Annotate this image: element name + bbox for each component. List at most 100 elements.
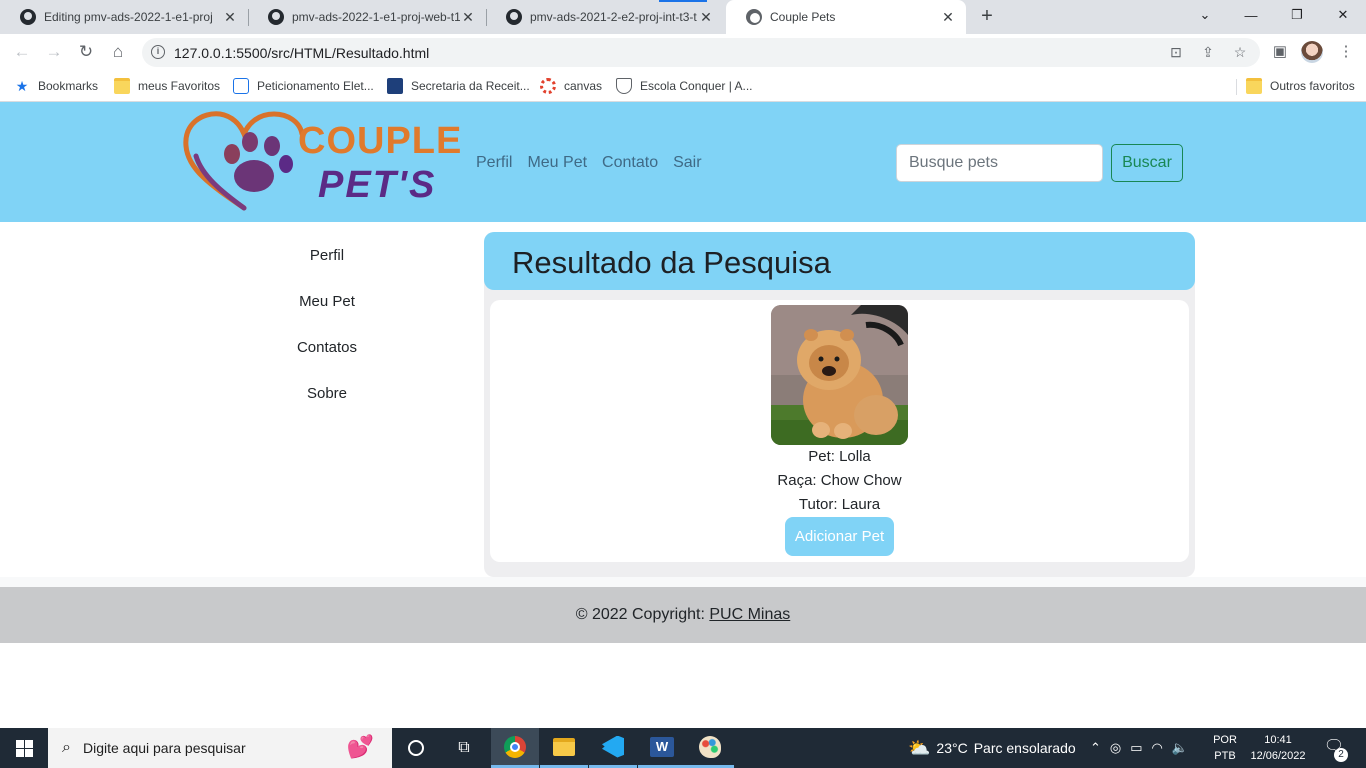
cortana-button[interactable] — [392, 728, 440, 768]
taskbar-file-explorer[interactable] — [540, 728, 588, 768]
weather-widget[interactable]: ⛅ 23°C Parc ensolarado — [908, 728, 1076, 768]
home-button[interactable]: ⌂ — [106, 40, 130, 64]
volume-icon[interactable]: 🔈 — [1172, 740, 1188, 756]
bookmark-star-icon[interactable]: ☆ — [1231, 44, 1249, 62]
folder-icon — [1246, 78, 1262, 94]
tab-close-icon[interactable]: ✕ — [698, 9, 714, 26]
nav-perfil[interactable]: Perfil — [476, 154, 512, 172]
file-explorer-icon — [553, 737, 575, 756]
search-button[interactable]: Buscar — [1111, 144, 1183, 182]
tab-close-icon[interactable]: ✕ — [460, 9, 476, 26]
logo-text-couple: COUPLE — [298, 120, 463, 162]
pet-result-card: Pet: Lolla Raça: Chow Chow Tutor: Laura … — [490, 300, 1189, 562]
taskbar-paint[interactable] — [686, 728, 734, 768]
bookmark-outros-favoritos[interactable]: Outros favoritos — [1246, 77, 1355, 95]
star-icon: ★ — [15, 78, 29, 94]
taskbar-clock[interactable]: 10:41 12/06/2022 — [1244, 732, 1312, 764]
receita-icon — [387, 78, 403, 94]
globe-icon — [746, 9, 762, 25]
notification-count: 2 — [1334, 748, 1348, 762]
battery-icon[interactable]: ▭ — [1130, 740, 1142, 756]
tab-close-icon[interactable]: ✕ — [940, 9, 956, 26]
share-icon[interactable]: ⇪ — [1199, 44, 1217, 62]
chevron-up-icon[interactable]: ⌃ — [1090, 740, 1101, 756]
site-info-icon[interactable]: i — [151, 45, 165, 59]
canvas-icon — [540, 78, 556, 94]
pet-name: Pet: Lolla — [808, 448, 871, 465]
taskbar-chrome[interactable] — [491, 728, 539, 768]
bookmark-canvas[interactable]: canvas — [540, 77, 602, 95]
weather-temp: 23°C — [936, 740, 968, 756]
site-footer: © 2022 Copyright: PUC Minas — [0, 587, 1366, 643]
back-button[interactable]: ← — [10, 40, 34, 64]
nav-meu-pet[interactable]: Meu Pet — [527, 154, 587, 172]
sidebar-item-sobre[interactable]: Sobre — [246, 370, 408, 416]
chow-chow-dog-image — [771, 305, 908, 445]
restore-button[interactable]: ❐ — [1274, 0, 1320, 30]
taskbar-search-box[interactable]: ⌕ Digite aqui para pesquisar 💕 — [48, 728, 392, 768]
github-icon — [268, 9, 284, 25]
close-window-button[interactable]: ✕ — [1320, 0, 1366, 30]
browser-toolbar: ← → ↻ ⌂ i 127.0.0.1:5500/src/HTML/Result… — [0, 34, 1366, 71]
tab-editing-proj[interactable]: Editing pmv-ads-2022-1-e1-proj ✕ — [0, 0, 248, 34]
sidebar-item-meu-pet[interactable]: Meu Pet — [246, 278, 408, 324]
logo-text-pets: PET'S — [318, 164, 437, 206]
weather-desc: Parc ensolarado — [973, 740, 1076, 756]
heart-paw-logo-icon — [183, 111, 305, 211]
side-panel-icon[interactable]: ▣ — [1270, 42, 1290, 62]
nav-contato[interactable]: Contato — [602, 154, 658, 172]
forward-button[interactable]: → — [42, 40, 66, 64]
footer-spacer — [0, 577, 1366, 587]
notification-center-button[interactable]: 🗨 2 — [1322, 736, 1348, 762]
site-header: COUPLE PET'S Perfil Meu Pet Contato Sair… — [0, 102, 1366, 222]
taskbar-word[interactable]: W — [638, 728, 686, 768]
tab-proj-web-t1[interactable]: pmv-ads-2022-1-e1-proj-web-t1 ✕ — [248, 0, 486, 34]
taskbar-vscode[interactable] — [589, 728, 637, 768]
sidebar: Perfil Meu Pet Contatos Sobre — [246, 232, 408, 416]
reload-button[interactable]: ↻ — [74, 40, 98, 64]
bookmark-label: canvas — [564, 79, 603, 93]
bookmark-meus-favoritos[interactable]: meus Favoritos — [114, 77, 220, 95]
valentines-hearts-icon: 💕 — [346, 734, 374, 759]
sidebar-item-contatos[interactable]: Contatos — [246, 324, 408, 370]
tab-loading-indicator — [659, 0, 707, 2]
result-panel: Resultado da Pesquisa Pet: Lolla Raça: C… — [484, 232, 1195, 577]
tab-search-icon[interactable]: ⌄ — [1182, 0, 1228, 30]
tab-title: pmv-ads-2022-1-e1-proj-web-t1 — [292, 10, 460, 24]
footer-puc-minas-link[interactable]: PUC Minas — [709, 606, 790, 623]
start-button[interactable] — [0, 728, 48, 768]
new-tab-button[interactable]: + — [976, 6, 998, 28]
task-view-button[interactable]: ⧉ — [440, 728, 488, 768]
meet-now-icon[interactable]: ◎ — [1110, 740, 1121, 756]
taskbar-search-placeholder: Digite aqui para pesquisar — [82, 740, 246, 756]
paint-icon — [699, 735, 721, 758]
clock-time: 10:41 — [1264, 734, 1292, 746]
search-input[interactable] — [896, 144, 1103, 182]
tab-couple-pets[interactable]: Couple Pets ✕ — [726, 0, 966, 34]
pet-photo — [771, 305, 908, 445]
tab-close-icon[interactable]: ✕ — [222, 9, 238, 26]
bookmarks-divider — [1236, 79, 1237, 95]
bookmark-bookmarks[interactable]: ★ Bookmarks — [14, 77, 98, 95]
bookmark-peticionamento[interactable]: Peticionamento Elet... — [233, 77, 374, 95]
minimize-button[interactable]: — — [1228, 0, 1274, 30]
language-indicator[interactable]: POR PTB — [1210, 732, 1240, 764]
bookmark-escola-conquer[interactable]: Escola Conquer | A... — [616, 77, 753, 95]
tab-proj-int-t3[interactable]: pmv-ads-2021-2-e2-proj-int-t3-t ✕ — [486, 0, 724, 34]
couple-pets-logo[interactable]: COUPLE PET'S — [182, 108, 461, 214]
sidebar-item-perfil[interactable]: Perfil — [246, 232, 408, 278]
bookmarks-bar: ★ Bookmarks meus Favoritos Peticionament… — [0, 71, 1366, 102]
feather-icon — [233, 78, 249, 94]
bookmark-label: meus Favoritos — [138, 79, 221, 93]
url-text[interactable]: 127.0.0.1:5500/src/HTML/Resultado.html — [174, 45, 429, 61]
wifi-icon[interactable]: ◠ — [1152, 740, 1163, 756]
profile-avatar[interactable] — [1301, 41, 1323, 63]
bookmark-receita[interactable]: Secretaria da Receit... — [387, 77, 530, 95]
tab-title: Couple Pets — [770, 10, 836, 24]
menu-icon[interactable]: ⋮ — [1336, 42, 1356, 62]
address-bar[interactable]: i 127.0.0.1:5500/src/HTML/Resultado.html… — [142, 38, 1260, 67]
folder-icon — [114, 78, 130, 94]
translate-icon[interactable]: ⊡ — [1167, 44, 1185, 62]
nav-sair[interactable]: Sair — [673, 154, 701, 172]
add-pet-button[interactable]: Adicionar Pet — [785, 517, 894, 556]
